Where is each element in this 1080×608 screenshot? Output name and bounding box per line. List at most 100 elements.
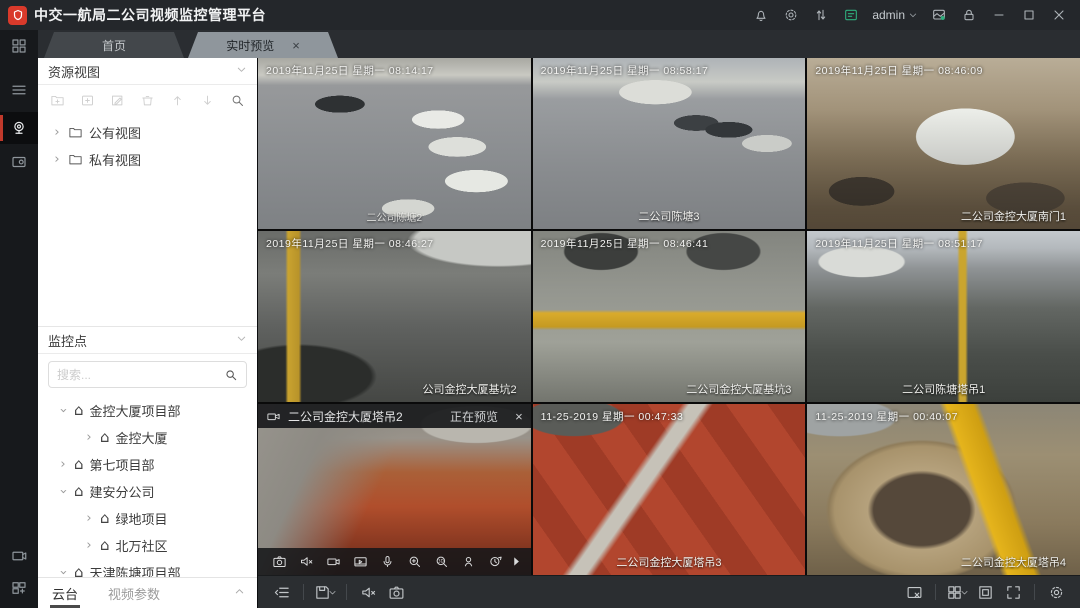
- app-title: 中交一航局二公司视频监控管理平台: [34, 5, 266, 25]
- chevron-down-icon[interactable]: ›: [56, 404, 71, 418]
- video-tile-8[interactable]: 11-25-2019 星期一 00:47:33 二公司金控大厦塔吊3: [533, 404, 806, 575]
- ptz-control-icon[interactable]: [482, 550, 509, 574]
- digital-zoom-icon[interactable]: [401, 550, 428, 574]
- screen-layout-button[interactable]: [943, 579, 971, 605]
- tree-item-private-views[interactable]: › 私有视图: [38, 146, 257, 173]
- collapse-chevron-icon[interactable]: [236, 331, 247, 349]
- chevron-right-icon[interactable]: ›: [56, 457, 70, 472]
- close-button[interactable]: [1046, 3, 1072, 27]
- snapshot-all-button[interactable]: [382, 579, 410, 605]
- chevron-down-icon[interactable]: ›: [56, 485, 71, 499]
- snapshot-icon[interactable]: [266, 550, 293, 574]
- chevron-right-icon[interactable]: ›: [82, 511, 96, 526]
- minimize-button[interactable]: [986, 3, 1012, 27]
- tree-item-site[interactable]: › ⌂ 金控大厦项目部: [38, 397, 257, 424]
- more-tools-chevron-icon[interactable]: [509, 550, 523, 574]
- video-tile-1[interactable]: 2019年11月25日 星期一 08:14:17 二公司陈塘2: [258, 58, 531, 229]
- resource-tree: › 公有视图 › 私有视图: [38, 115, 257, 177]
- chevron-down-icon[interactable]: ›: [56, 566, 71, 578]
- tile-header: 二公司金控大厦塔吊2 正在预览 ×: [258, 404, 531, 428]
- home-icon: ⌂: [74, 403, 84, 418]
- zoom-3d-icon[interactable]: 3D: [428, 550, 455, 574]
- screen-layout-button[interactable]: [0, 572, 38, 604]
- tree-item-site[interactable]: › ⌂ 金控大厦: [38, 424, 257, 451]
- message-status-icon[interactable]: [838, 3, 864, 27]
- resource-view-panel: 资源视图: [38, 58, 257, 326]
- tile-ptz-toolbar: 3D: [258, 548, 531, 575]
- chevron-right-icon[interactable]: ›: [50, 152, 64, 167]
- move-up-icon[interactable]: [170, 93, 185, 108]
- apps-menu-button[interactable]: [0, 30, 38, 62]
- admin-user-menu[interactable]: admin: [868, 8, 922, 22]
- record-icon[interactable]: [320, 550, 347, 574]
- playback-button[interactable]: [0, 146, 38, 178]
- search-input[interactable]: [57, 368, 224, 382]
- video-tile-7-selected[interactable]: 二公司金控大厦塔吊2 正在预览 × 3D: [258, 404, 531, 575]
- capture-status-icon[interactable]: [926, 3, 952, 27]
- list-menu-button[interactable]: [0, 74, 38, 106]
- video-timestamp: 2019年11月25日 星期一 08:14:17: [266, 63, 434, 78]
- search-box: [48, 361, 247, 388]
- instant-playback-icon[interactable]: [347, 550, 374, 574]
- search-icon[interactable]: [224, 368, 238, 382]
- tab-live-preview[interactable]: 实时预览 ×: [188, 32, 338, 58]
- video-tile-2[interactable]: 2019年11月25日 星期一 08:58:17 二公司陈塘3: [533, 58, 806, 229]
- tree-item-site[interactable]: › ⌂ 绿地项目: [38, 505, 257, 532]
- network-traffic-icon[interactable]: [808, 3, 834, 27]
- grid-toolbar: [258, 575, 1080, 608]
- collapse-panel-icon[interactable]: [268, 579, 296, 605]
- move-down-icon[interactable]: [200, 93, 215, 108]
- tree-item-site[interactable]: › ⌂ 第七项目部: [38, 451, 257, 478]
- video-grid: 2019年11月25日 星期一 08:14:17 二公司陈塘2 2019年11月…: [258, 58, 1080, 575]
- single-screen-button[interactable]: [971, 579, 999, 605]
- close-all-screens-button[interactable]: [900, 579, 928, 605]
- edit-icon[interactable]: [110, 93, 125, 108]
- tab-home[interactable]: 首页: [44, 32, 184, 58]
- audio-mute-icon[interactable]: [293, 550, 320, 574]
- tile-status: 正在预览: [450, 408, 498, 425]
- video-frame: [807, 404, 1080, 575]
- admin-username: admin: [872, 8, 905, 22]
- video-timestamp: 11-25-2019 星期一 00:47:33: [541, 409, 684, 424]
- title-bar: 中交一航局二公司视频监控管理平台 admin: [0, 0, 1080, 30]
- expand-chevron-up-icon[interactable]: [234, 584, 245, 602]
- delete-trash-icon[interactable]: [140, 93, 155, 108]
- add-group-folder-icon[interactable]: [50, 93, 65, 108]
- tile-close-icon[interactable]: ×: [515, 409, 523, 424]
- video-timestamp: 2019年11月25日 星期一 08:51:17: [815, 236, 983, 251]
- video-tile-6[interactable]: 2019年11月25日 星期一 08:51:17 二公司陈塘塔吊1: [807, 231, 1080, 402]
- tab-video-params[interactable]: 视频参数: [106, 578, 162, 608]
- notification-bell-icon[interactable]: [748, 3, 774, 27]
- video-tile-4[interactable]: 2019年11月25日 星期一 08:46:27 公司金控大厦基坑2: [258, 231, 531, 402]
- tree-item-site[interactable]: › ⌂ 北万社区: [38, 532, 257, 559]
- fullscreen-button[interactable]: [999, 579, 1027, 605]
- tree-item-site[interactable]: › ⌂ 天津陈塘项目部: [38, 559, 257, 577]
- video-wall-button[interactable]: [0, 540, 38, 572]
- lock-icon[interactable]: [956, 3, 982, 27]
- microphone-icon[interactable]: [374, 550, 401, 574]
- video-tile-5[interactable]: 2019年11月25日 星期一 08:46:41 二公司金控大厦基坑3: [533, 231, 806, 402]
- video-tile-3[interactable]: 2019年11月25日 星期一 08:46:09 二公司金控大厦南门1: [807, 58, 1080, 229]
- video-frame: [807, 58, 1080, 229]
- chevron-right-icon[interactable]: ›: [50, 125, 64, 140]
- settings-gear-button[interactable]: [1042, 579, 1070, 605]
- tab-close-icon[interactable]: ×: [292, 38, 300, 53]
- maximize-button[interactable]: [1016, 3, 1042, 27]
- preset-position-icon[interactable]: [455, 550, 482, 574]
- mute-all-button[interactable]: [354, 579, 382, 605]
- chevron-right-icon[interactable]: ›: [82, 430, 96, 445]
- tree-item-public-views[interactable]: › 公有视图: [38, 119, 257, 146]
- chevron-right-icon[interactable]: ›: [82, 538, 96, 553]
- video-timestamp: 2019年11月25日 星期一 08:46:41: [541, 236, 709, 251]
- video-caption: 二公司金控大厦基坑3: [533, 381, 806, 397]
- tab-ptz[interactable]: 云台: [50, 578, 80, 608]
- settings-gear-icon[interactable]: [778, 3, 804, 27]
- monitor-panel-title: 监控点: [48, 331, 87, 350]
- video-tile-9[interactable]: 11-25-2019 星期一 00:40:07 二公司金控大厦塔吊4: [807, 404, 1080, 575]
- add-view-icon[interactable]: [80, 93, 95, 108]
- save-view-button[interactable]: [311, 579, 339, 605]
- collapse-chevron-icon[interactable]: [236, 62, 247, 80]
- search-icon[interactable]: [230, 93, 245, 108]
- tree-item-site[interactable]: › ⌂ 建安分公司: [38, 478, 257, 505]
- live-view-button[interactable]: [0, 112, 38, 144]
